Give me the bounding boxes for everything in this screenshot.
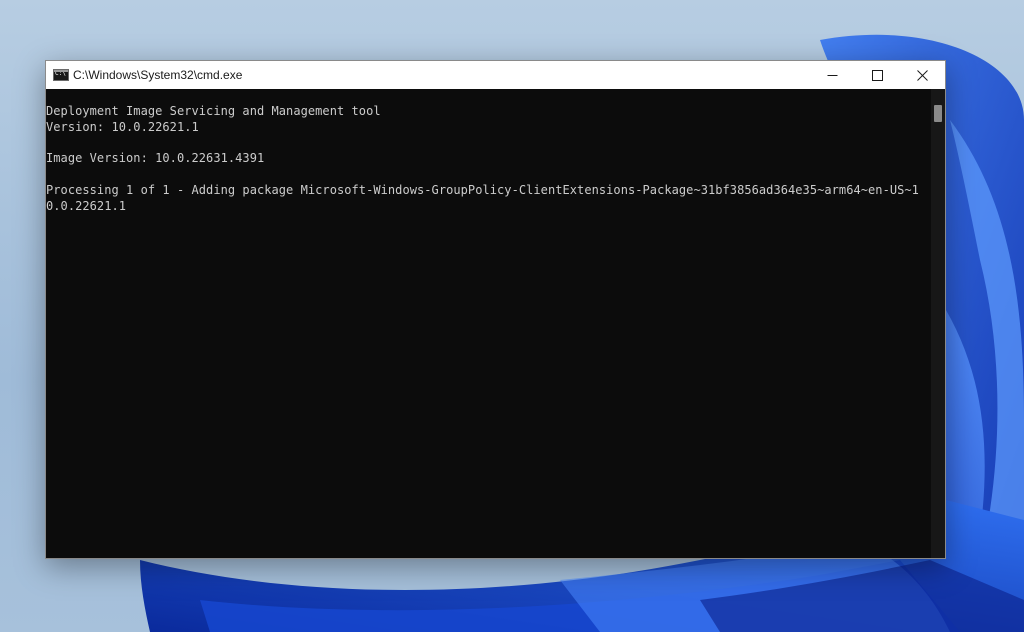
caption-buttons xyxy=(810,61,945,89)
console-line: Version: 10.0.22621.1 xyxy=(46,119,199,134)
scrollbar-thumb[interactable] xyxy=(934,105,942,122)
maximize-icon xyxy=(872,69,883,81)
title-bar[interactable]: C:\Windows\System32\cmd.exe xyxy=(46,61,945,89)
console-line: Deployment Image Servicing and Managemen… xyxy=(46,104,381,118)
vertical-scrollbar[interactable] xyxy=(931,89,945,558)
console-line: Image Version: 10.0.22631.4391 xyxy=(46,151,265,166)
console-line: Processing 1 of 1 - Adding package Micro… xyxy=(46,182,919,197)
window-title: C:\Windows\System32\cmd.exe xyxy=(73,68,243,82)
console-line: 0.0.22621.1 xyxy=(46,198,127,213)
close-icon xyxy=(917,69,928,81)
minimize-icon xyxy=(827,74,838,76)
console-output[interactable]: Deployment Image Servicing and Managemen… xyxy=(46,89,931,558)
cmd-window: C:\Windows\System32\cmd.exe Deployment xyxy=(45,60,946,559)
maximize-button[interactable] xyxy=(855,61,900,89)
close-button[interactable] xyxy=(900,61,945,89)
minimize-button[interactable] xyxy=(810,61,855,89)
cmd-icon xyxy=(53,69,69,81)
